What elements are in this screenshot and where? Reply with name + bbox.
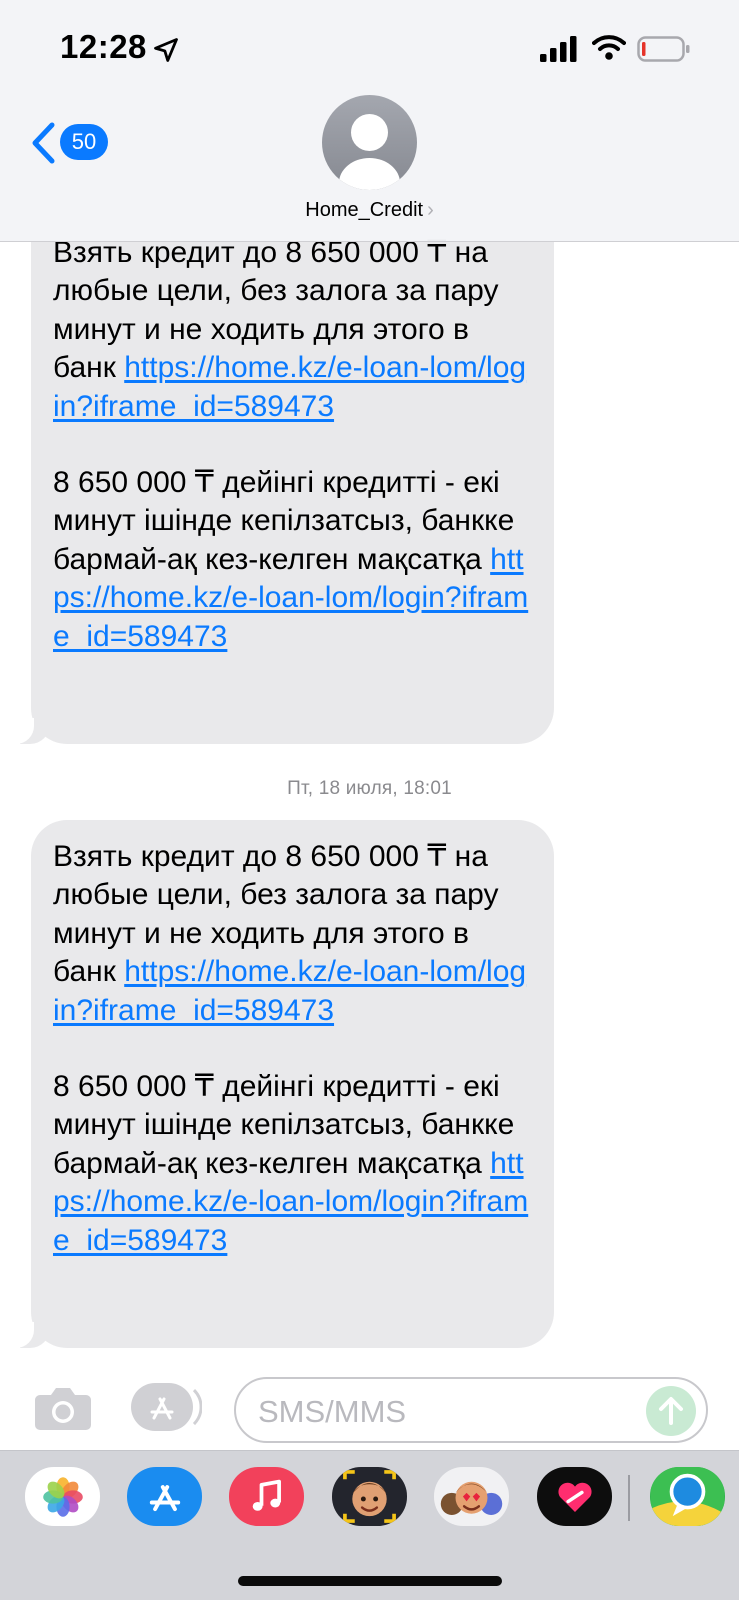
memoji-app-button[interactable] (332, 1467, 407, 1526)
message-paragraph-kz: 8 650 000 ₸ дейінгі кредитті - екі минут… (53, 466, 529, 653)
memoji-stickers-icon (440, 1481, 503, 1515)
battery-low-icon (637, 36, 690, 62)
contact-name-button[interactable]: Home_Credit › (0, 199, 739, 222)
music-icon (252, 1479, 281, 1511)
chevron-right-icon: › (427, 199, 434, 221)
message-link[interactable]: https://home.kz/e-loan-lom/login?iframe_… (53, 351, 526, 422)
location-arrow-icon (154, 38, 178, 62)
cellular-signal-icon (540, 36, 577, 62)
bubble-tail (10, 1322, 50, 1348)
home-indicator (238, 1576, 502, 1586)
message-bubble[interactable]: Взять кредит до 8 650 000 ₸ на любые цел… (31, 196, 554, 744)
memoji-icon (343, 1470, 396, 1523)
photos-icon (42, 1476, 83, 1517)
unread-count-badge: 50 (60, 124, 108, 160)
maps-app-button[interactable] (650, 1467, 725, 1526)
send-arrow-icon (659, 1397, 683, 1425)
app-store-icon[interactable] (130, 1382, 202, 1432)
message-paragraph-ru: Взять кредит до 8 650 000 ₸ на любые цел… (53, 236, 527, 423)
app-store-app-button[interactable] (127, 1467, 202, 1526)
message-bubble[interactable]: Взять кредит до 8 650 000 ₸ на любые цел… (31, 820, 554, 1348)
message-input[interactable]: SMS/MMS (234, 1377, 708, 1443)
contact-name: Home_Credit (305, 199, 424, 221)
send-button[interactable] (646, 1386, 696, 1436)
digital-touch-heart-icon (557, 1482, 592, 1512)
status-time: 12:28 (60, 28, 147, 65)
maps-icon (650, 1467, 725, 1526)
photos-app-button[interactable] (25, 1467, 100, 1526)
music-app-button[interactable] (229, 1467, 304, 1526)
message-composer: SMS/MMS (0, 1355, 739, 1450)
camera-icon[interactable] (34, 1385, 92, 1431)
imessage-app-drawer (0, 1450, 739, 1600)
drawer-divider (628, 1475, 630, 1521)
back-button[interactable]: 50 (30, 118, 110, 168)
message-link[interactable]: https://home.kz/e-loan-lom/login?iframe_… (53, 955, 526, 1026)
back-chevron-icon (32, 122, 55, 164)
bubble-tail (10, 718, 50, 744)
message-paragraph-kz: 8 650 000 ₸ дейінгі кредитті - екі минут… (53, 1070, 529, 1257)
wifi-icon (592, 35, 626, 60)
memoji-stickers-app-button[interactable] (434, 1467, 509, 1526)
digital-touch-app-button[interactable] (537, 1467, 612, 1526)
contact-avatar-icon[interactable] (322, 95, 417, 190)
input-placeholder: SMS/MMS (258, 1394, 407, 1429)
conversation-header: 12:28 50 Home_Credit › (0, 0, 739, 242)
app-store-icon (149, 1484, 180, 1511)
message-timestamp: Пт, 18 июля, 18:01 (287, 778, 452, 799)
message-paragraph-ru: Взять кредит до 8 650 000 ₸ на любые цел… (53, 840, 527, 1027)
